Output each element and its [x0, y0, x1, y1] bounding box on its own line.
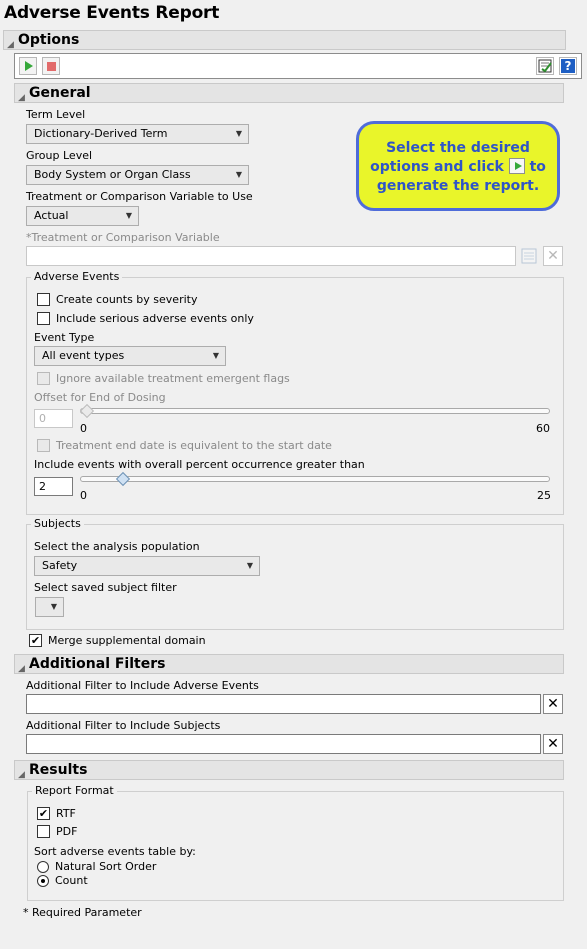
- saved-filter-dropdown[interactable]: ▼: [35, 597, 64, 617]
- save-settings-button[interactable]: [536, 57, 554, 75]
- help-icon: ?: [561, 59, 575, 73]
- results-section-header[interactable]: ◢ Results: [14, 760, 564, 780]
- group-level-value: Body System or Organ Class: [34, 168, 191, 181]
- clear-subjects-filter-button[interactable]: ✕: [543, 734, 563, 754]
- rtf-label: RTF: [56, 807, 76, 820]
- percent-slider-track[interactable]: [80, 476, 550, 482]
- collapse-triangle-icon[interactable]: ◢: [18, 766, 25, 784]
- close-icon: ✕: [547, 696, 559, 712]
- end-date-equivalent-label: Treatment end date is equivalent to the …: [56, 439, 332, 452]
- chevron-down-icon: ▼: [235, 170, 242, 179]
- callout-line2-text: options and click: [370, 159, 504, 175]
- event-type-label: Event Type: [34, 331, 95, 344]
- offset-input[interactable]: 0: [34, 409, 73, 428]
- sort-count-radio[interactable]: [37, 875, 49, 887]
- offset-label: Offset for End of Dosing: [34, 391, 166, 404]
- options-section-header[interactable]: ◢ Options: [3, 30, 566, 50]
- page-title: Adverse Events Report: [4, 3, 220, 23]
- subjects-group-title: Subjects: [31, 517, 84, 530]
- collapse-triangle-icon[interactable]: ◢: [18, 89, 25, 107]
- counts-by-severity-label: Create counts by severity: [56, 293, 198, 306]
- term-level-value: Dictionary-Derived Term: [34, 127, 168, 140]
- add-column-button[interactable]: [520, 246, 540, 266]
- sort-count-label: Count: [55, 874, 88, 887]
- population-label: Select the analysis population: [34, 540, 200, 553]
- chevron-down-icon: ▼: [50, 602, 57, 611]
- remove-column-button[interactable]: ✕: [543, 246, 563, 266]
- include-ae-filter-label: Additional Filter to Include Adverse Eve…: [26, 679, 259, 692]
- callout-line2: options and click to: [359, 158, 557, 177]
- treatment-comparison-field[interactable]: [26, 246, 516, 266]
- saved-filter-label: Select saved subject filter: [34, 581, 177, 594]
- sort-label: Sort adverse events table by:: [34, 845, 196, 858]
- adverse-events-group-title: Adverse Events: [31, 270, 123, 283]
- stop-button[interactable]: [42, 57, 60, 75]
- additional-filters-section-header[interactable]: ◢ Additional Filters: [14, 654, 564, 674]
- percent-min-label: 0: [80, 489, 87, 502]
- callout-line2-to: to: [529, 159, 546, 175]
- close-icon: ✕: [547, 248, 559, 264]
- rtf-checkbox[interactable]: ✔: [37, 807, 50, 820]
- play-icon: [25, 61, 33, 71]
- population-dropdown[interactable]: Safety ▼: [34, 556, 260, 576]
- save-settings-icon: [538, 59, 552, 73]
- term-level-dropdown[interactable]: Dictionary-Derived Term ▼: [26, 124, 249, 144]
- pdf-label: PDF: [56, 825, 78, 838]
- population-value: Safety: [42, 559, 78, 572]
- report-format-title: Report Format: [32, 784, 117, 797]
- general-section-header[interactable]: ◢ General: [14, 83, 564, 103]
- chevron-down-icon: ▼: [212, 351, 219, 360]
- event-type-value: All event types: [42, 349, 125, 362]
- close-icon: ✕: [547, 736, 559, 752]
- sort-natural-label: Natural Sort Order: [55, 860, 157, 873]
- instruction-callout: Select the desired options and click to …: [356, 121, 560, 211]
- treatment-comparison-label: *Treatment or Comparison Variable: [26, 231, 220, 244]
- serious-only-checkbox[interactable]: [37, 312, 50, 325]
- pdf-checkbox[interactable]: [37, 825, 50, 838]
- offset-max-label: 60: [536, 422, 550, 435]
- ignore-flags-label: Ignore available treatment emergent flag…: [56, 372, 290, 385]
- event-type-dropdown[interactable]: All event types ▼: [34, 346, 226, 366]
- sort-natural-radio[interactable]: [37, 861, 49, 873]
- include-ae-filter-field[interactable]: [26, 694, 541, 714]
- counts-by-severity-checkbox[interactable]: [37, 293, 50, 306]
- serious-only-label: Include serious adverse events only: [56, 312, 254, 325]
- percent-occurrence-label: Include events with overall percent occu…: [34, 458, 365, 471]
- treatment-variable-dropdown[interactable]: Actual ▼: [26, 206, 139, 226]
- add-column-icon: [521, 248, 537, 264]
- group-level-label: Group Level: [26, 149, 93, 162]
- stop-icon: [47, 62, 56, 71]
- include-subjects-filter-label: Additional Filter to Include Subjects: [26, 719, 221, 732]
- callout-line3: generate the report.: [376, 178, 540, 194]
- chevron-down-icon: ▼: [235, 129, 242, 138]
- callout-line1: Select the desired: [386, 140, 530, 156]
- offset-slider-track[interactable]: [80, 408, 550, 414]
- offset-min-label: 0: [80, 422, 87, 435]
- group-level-dropdown[interactable]: Body System or Organ Class ▼: [26, 165, 249, 185]
- clear-ae-filter-button[interactable]: ✕: [543, 694, 563, 714]
- treatment-variable-value: Actual: [34, 209, 69, 222]
- options-section-title: Options: [18, 32, 80, 48]
- run-button[interactable]: [19, 57, 37, 75]
- additional-filters-title: Additional Filters: [29, 656, 166, 672]
- results-section-title: Results: [29, 762, 88, 778]
- treatment-variable-label: Treatment or Comparison Variable to Use: [26, 190, 253, 203]
- percent-occurrence-input[interactable]: 2: [34, 477, 73, 496]
- percent-max-label: 25: [537, 489, 551, 502]
- required-parameter-note: * Required Parameter: [23, 906, 142, 919]
- help-button[interactable]: ?: [559, 57, 577, 75]
- end-date-equivalent-checkbox[interactable]: [37, 439, 50, 452]
- ignore-flags-checkbox[interactable]: [37, 372, 50, 385]
- collapse-triangle-icon[interactable]: ◢: [7, 36, 14, 54]
- collapse-triangle-icon[interactable]: ◢: [18, 660, 25, 678]
- chevron-down-icon: ▼: [125, 211, 132, 220]
- merge-supplemental-checkbox[interactable]: ✔: [29, 634, 42, 647]
- chevron-down-icon: ▼: [246, 561, 253, 570]
- merge-supplemental-label: Merge supplemental domain: [48, 634, 206, 647]
- options-toolbar: ?: [14, 53, 582, 79]
- general-section-title: General: [29, 85, 91, 101]
- term-level-label: Term Level: [26, 108, 86, 121]
- play-icon: [508, 158, 525, 174]
- include-subjects-filter-field[interactable]: [26, 734, 541, 754]
